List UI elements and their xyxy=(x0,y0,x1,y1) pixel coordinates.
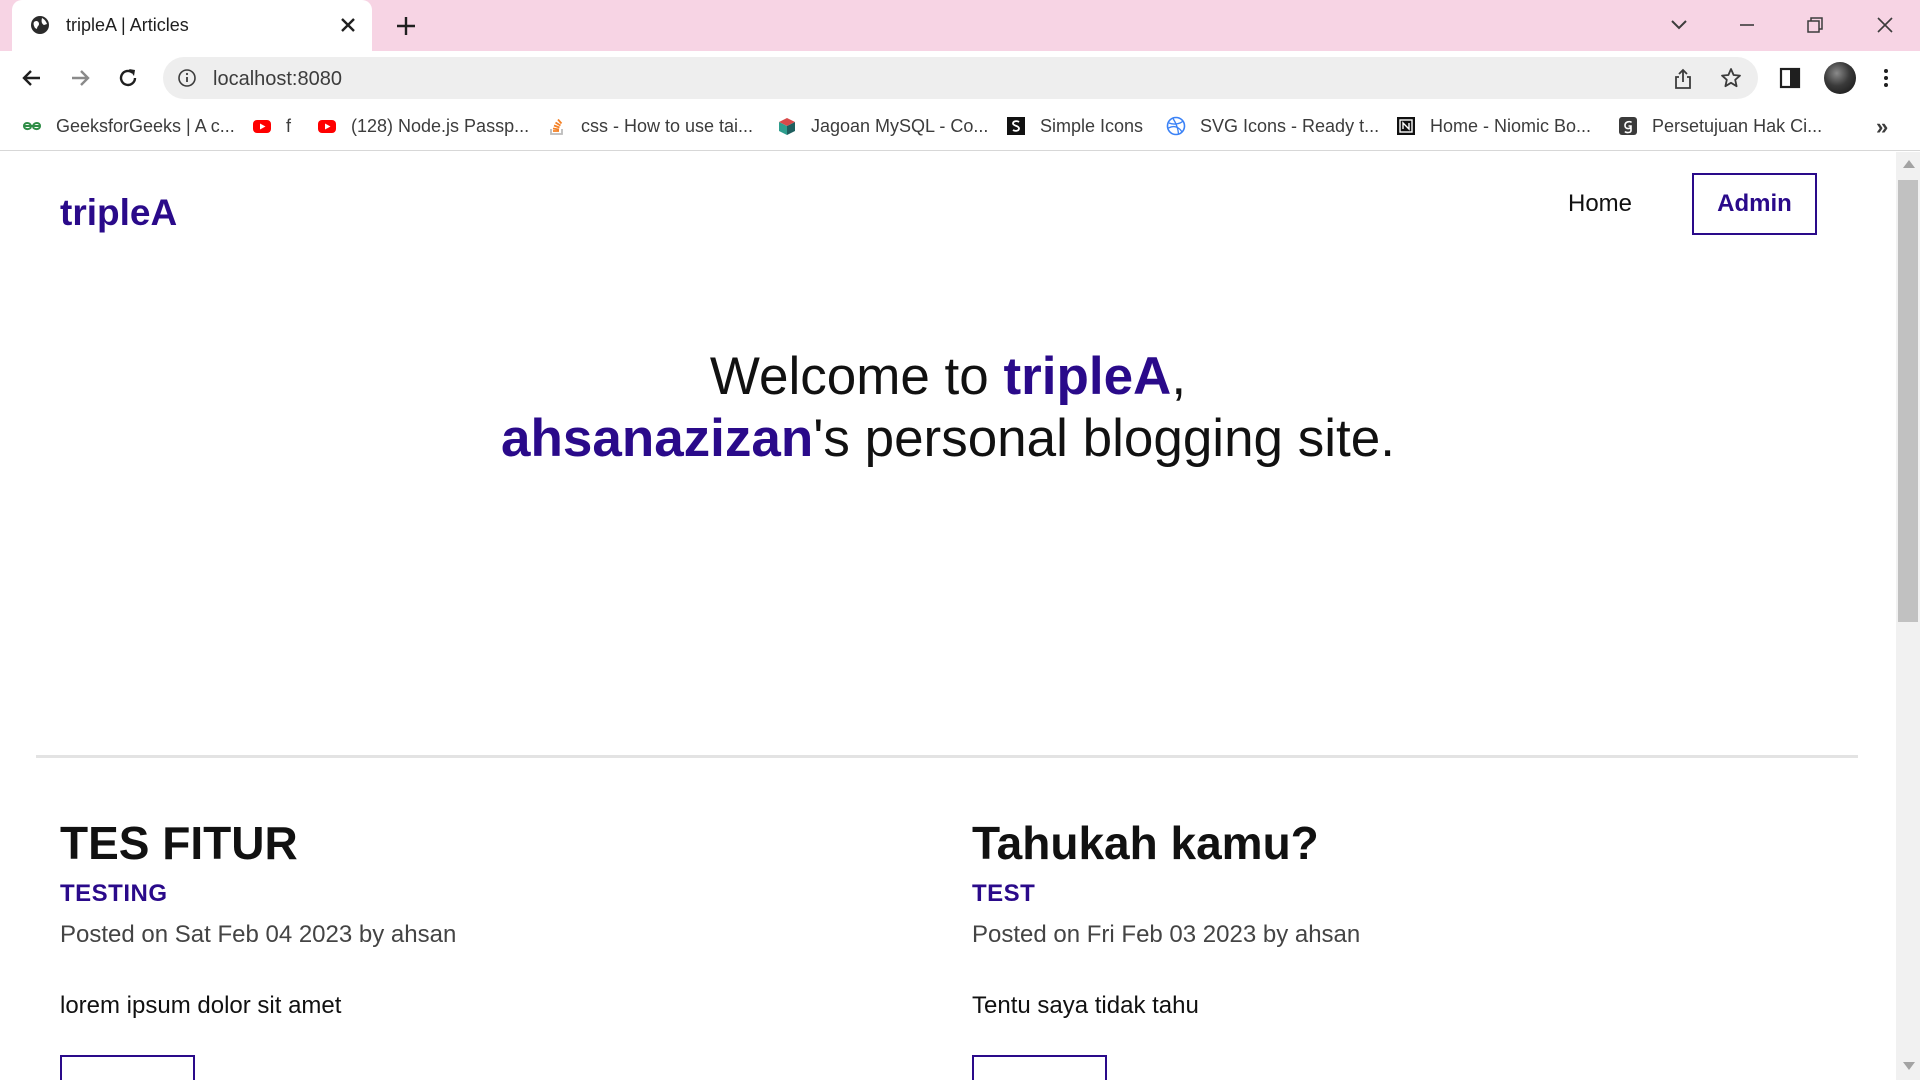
scroll-up-arrow-icon[interactable] xyxy=(1903,160,1915,168)
browser-window: tripleA | Articles localhost:8080 Geeksf… xyxy=(0,0,1920,1080)
article-title[interactable]: Tahukah kamu? xyxy=(972,816,1772,872)
hero-brand: tripleA xyxy=(1003,347,1172,406)
scrollbar-thumb[interactable] xyxy=(1898,180,1918,622)
reload-icon[interactable] xyxy=(114,64,142,92)
bookmark-simple-icons[interactable]: Simple Icons xyxy=(1006,105,1143,147)
nav-admin-button[interactable]: Admin xyxy=(1692,173,1817,235)
close-icon[interactable] xyxy=(336,13,360,37)
toolbar: localhost:8080 xyxy=(0,51,1920,105)
tab-title: tripleA | Articles xyxy=(66,15,189,35)
article-meta: Posted on Sat Feb 04 2023 by ahsan xyxy=(60,921,457,948)
bookmark-geeksforgeeks[interactable]: GeeksforGeeks | A c... xyxy=(22,105,235,147)
nav-home-link[interactable]: Home xyxy=(1568,190,1632,218)
side-panel-icon[interactable] xyxy=(1777,65,1803,91)
bookmark-label: SVG Icons - Ready t... xyxy=(1200,115,1380,136)
url-text[interactable]: localhost:8080 xyxy=(213,68,342,91)
bookmarks-bar: GeeksforGeeks | A c... f (128) Node.js P… xyxy=(0,105,1920,151)
article-meta: Posted on Fri Feb 03 2023 by ahsan xyxy=(972,921,1361,948)
bookmark-niomic[interactable]: Home - Niomic Bo... xyxy=(1396,105,1591,147)
hero-rest-text: 's personal blogging site. xyxy=(813,409,1395,468)
article-excerpt: lorem ipsum dolor sit amet xyxy=(60,992,342,1019)
bookmark-persetujuan[interactable]: Persetujuan Hak Ci... xyxy=(1618,105,1822,147)
bookmark-label: Jagoan MySQL - Co... xyxy=(811,115,989,136)
bookmark-label: f xyxy=(286,115,292,136)
hero-heading: Welcome to tripleA, ahsanazizan's person… xyxy=(0,346,1896,470)
globe-icon xyxy=(31,16,49,34)
simple-icons-icon xyxy=(1007,117,1025,135)
scroll-down-arrow-icon[interactable] xyxy=(1903,1062,1915,1070)
hero-comma: , xyxy=(1171,347,1187,406)
article-tag: TEST xyxy=(972,880,1036,907)
bookmark-jagoan-mysql[interactable]: Jagoan MySQL - Co... xyxy=(777,105,988,147)
article-tag: TESTING xyxy=(60,880,168,907)
bookmark-stackoverflow[interactable]: css - How to use tai... xyxy=(547,105,753,147)
g-icon xyxy=(1619,117,1637,135)
page-viewport: tripleA Home Admin Welcome to tripleA, a… xyxy=(0,152,1896,1080)
bookmark-f[interactable]: f xyxy=(252,105,291,147)
bookmark-label: Home - Niomic Bo... xyxy=(1430,115,1592,136)
hero-line-2: ahsanazizan's personal blogging site. xyxy=(0,408,1896,470)
forward-arrow-icon[interactable] xyxy=(66,64,94,92)
site-logo[interactable]: tripleA xyxy=(60,192,177,234)
profile-avatar[interactable] xyxy=(1824,62,1856,94)
section-divider xyxy=(36,755,1858,758)
page-scrollbar[interactable] xyxy=(1896,152,1920,1080)
new-tab-icon[interactable] xyxy=(392,12,420,40)
restore-icon[interactable] xyxy=(1800,10,1830,40)
hero-welcome-text: Welcome to xyxy=(709,347,1004,406)
article-card: Tahukah kamu? TEST Posted on Fri Feb 03 … xyxy=(972,816,1772,1080)
share-icon[interactable] xyxy=(1671,67,1695,91)
bookmark-label: (128) Node.js Passp... xyxy=(351,115,530,136)
bookmark-label: Simple Icons xyxy=(1040,115,1144,136)
hero-owner: ahsanazizan xyxy=(501,409,814,468)
niomic-icon xyxy=(1397,117,1415,135)
cube-icon xyxy=(779,118,795,135)
bookmark-nodejs-passport[interactable]: (128) Node.js Passp... xyxy=(317,105,529,147)
tab-search-icon[interactable] xyxy=(1664,10,1694,40)
geeksforgeeks-icon xyxy=(23,122,41,131)
minimize-icon[interactable] xyxy=(1732,10,1762,40)
stackoverflow-icon xyxy=(550,118,563,135)
tab-strip: tripleA | Articles xyxy=(0,0,1920,51)
bookmarks-overflow-button[interactable]: » xyxy=(1876,114,1888,140)
star-icon[interactable] xyxy=(1719,66,1743,90)
close-window-icon[interactable] xyxy=(1870,10,1900,40)
youtube-icon xyxy=(253,120,271,133)
tab-articles[interactable]: tripleA | Articles xyxy=(12,0,372,51)
kebab-menu-icon[interactable] xyxy=(1873,65,1899,91)
bookmark-svg-icons[interactable]: SVG Icons - Ready t... xyxy=(1166,105,1379,147)
address-bar[interactable]: localhost:8080 xyxy=(163,57,1758,99)
youtube-icon xyxy=(318,120,336,133)
bookmark-label: Persetujuan Hak Ci... xyxy=(1652,115,1823,136)
read-more-button[interactable] xyxy=(60,1055,195,1080)
article-excerpt: Tentu saya tidak tahu xyxy=(972,992,1199,1019)
article-title[interactable]: TES FITUR xyxy=(60,816,860,872)
article-card: TES FITUR TESTING Posted on Sat Feb 04 2… xyxy=(60,816,860,1080)
bookmark-label: css - How to use tai... xyxy=(581,115,754,136)
read-more-button[interactable] xyxy=(972,1055,1107,1080)
hero-line-1: Welcome to tripleA, xyxy=(0,346,1896,408)
dribbble-icon xyxy=(1166,116,1186,136)
back-arrow-icon[interactable] xyxy=(18,64,46,92)
bookmark-label: GeeksforGeeks | A c... xyxy=(56,115,235,136)
info-icon[interactable] xyxy=(177,68,197,88)
